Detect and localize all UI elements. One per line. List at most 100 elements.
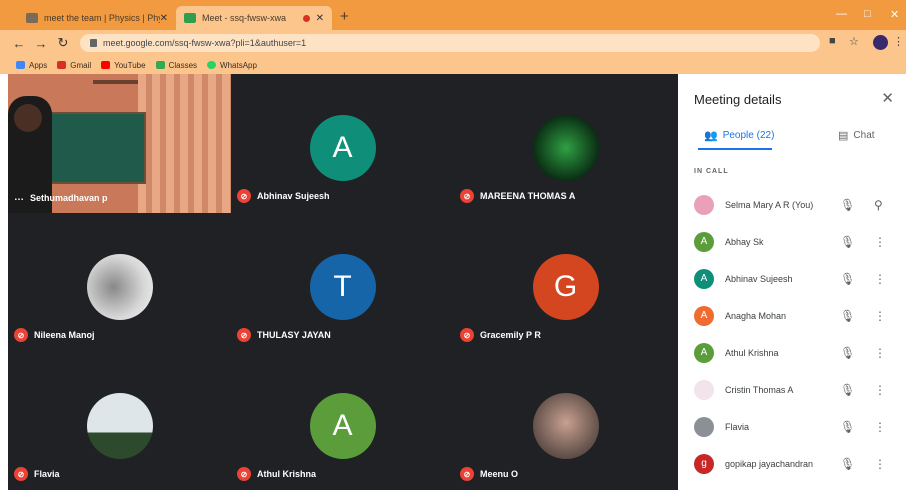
avatar: A: [309, 393, 376, 459]
participant-name: Gracemily P R: [480, 330, 541, 340]
close-panel-icon[interactable]: ✕: [881, 89, 894, 107]
browser-tab-strip: meet the team | Physics | Physic ✕ Meet …: [0, 0, 906, 30]
list-item[interactable]: A Abhinav Sujeesh 🎙 ⋮: [678, 260, 906, 297]
avatar: A: [694, 305, 714, 326]
participant-tile[interactable]: … Sethumadhavan p: [8, 74, 231, 213]
more-options-icon[interactable]: ⋮: [874, 346, 886, 360]
avatar-photo: [532, 115, 599, 181]
participant-tile[interactable]: G ⊘ Gracemily P R: [454, 213, 677, 352]
list-item[interactable]: g gopikap jayachandran 🎙 ⋮: [678, 445, 906, 482]
lock-icon: [90, 39, 97, 47]
panel-tabs: 👥 People (22) ▤ Chat: [678, 124, 906, 152]
section-label: IN CALL: [694, 168, 729, 175]
bookmark-gmail[interactable]: Gmail: [57, 61, 91, 70]
list-item[interactable]: A Athul Krishna 🎙 ⋮: [678, 334, 906, 371]
chat-icon: ▤: [838, 130, 849, 142]
panel-title: Meeting details: [694, 92, 782, 107]
participant-tile[interactable]: ⊘ MAREENA THOMAS A: [454, 74, 677, 213]
gmail-icon: [57, 61, 67, 69]
participant-name: Flavia: [725, 421, 750, 432]
recording-indicator-icon: [302, 14, 310, 22]
back-icon[interactable]: ←: [8, 36, 30, 51]
bookmark-whatsapp[interactable]: WhatsApp: [207, 61, 257, 70]
list-item[interactable]: A Anagha Mohan 🎙 ⋮: [678, 297, 906, 334]
list-item[interactable]: A Abhay Sk 🎙 ⋮: [678, 223, 906, 260]
participant-name: Nileena Manoj: [34, 330, 95, 340]
avatar-photo: [86, 393, 153, 459]
bookmark-youtube[interactable]: YouTube: [101, 61, 146, 70]
participant-name: Abhay Sk: [725, 236, 764, 247]
list-item[interactable]: Selma Mary A R (You) 🎙 ⚲: [678, 186, 906, 223]
mic-off-icon: 🎙: [840, 271, 856, 286]
tab-title: meet the team | Physics | Physic: [44, 13, 160, 23]
avatar: [694, 416, 714, 437]
participant-tile[interactable]: ⊘ Meenu O: [454, 352, 677, 490]
mic-off-icon: ⊘: [237, 189, 251, 203]
curtain: [138, 74, 231, 213]
browser-tab[interactable]: meet the team | Physics | Physic ✕: [18, 6, 176, 30]
avatar: A: [694, 268, 714, 289]
mic-off-icon: ⊘: [14, 328, 28, 342]
mic-off-icon: 🎙: [840, 419, 856, 434]
new-tab-button[interactable]: +: [340, 8, 349, 25]
participant-name: … Sethumadhavan p: [14, 192, 108, 203]
bookmarks-bar: Apps Gmail YouTube Classes WhatsApp: [0, 56, 906, 74]
more-options-icon[interactable]: ⋮: [874, 420, 886, 434]
participant-name: Athul Krishna: [725, 347, 779, 358]
browser-tab-active[interactable]: Meet - ssq-fwsw-xwa ✕: [176, 6, 332, 30]
mic-off-icon: 🎙: [840, 345, 856, 360]
tab-close-icon[interactable]: ✕: [316, 13, 324, 24]
more-options-icon[interactable]: ⋮: [874, 457, 886, 471]
participant-name: Flavia: [34, 469, 60, 479]
more-options-icon[interactable]: ⋮: [874, 272, 886, 286]
avatar-photo: [86, 254, 153, 320]
more-options-icon[interactable]: ⋮: [874, 309, 886, 323]
pin-icon[interactable]: ⚲: [874, 198, 883, 212]
bookmark-star-icon[interactable]: ☆: [849, 35, 859, 48]
people-icon: 👥: [704, 130, 718, 142]
reload-icon[interactable]: ↻: [52, 35, 74, 51]
participant-list: Selma Mary A R (You) 🎙 ⚲ A Abhay Sk 🎙 ⋮ …: [678, 186, 906, 482]
more-dots-icon: …: [14, 192, 24, 203]
tab-close-icon[interactable]: ✕: [160, 13, 168, 24]
participant-name: Selma Mary A R (You): [725, 199, 814, 210]
camera-icon[interactable]: ■: [829, 35, 836, 47]
bookmark-apps[interactable]: Apps: [16, 61, 47, 70]
participant-tile[interactable]: ⊘ Nileena Manoj: [8, 213, 231, 352]
participant-tile[interactable]: T ⊘ THULASY JAYAN: [231, 213, 454, 352]
more-options-icon[interactable]: ⋮: [874, 383, 886, 397]
mic-off-icon: ⊘: [460, 189, 474, 203]
participant-name: Athul Krishna: [257, 469, 317, 479]
more-options-icon[interactable]: ⋮: [874, 235, 886, 249]
active-tab-indicator: [698, 148, 772, 150]
maximize-icon[interactable]: □: [864, 8, 871, 20]
mic-off-icon: 🎙: [840, 382, 856, 397]
participant-name: MAREENA THOMAS A: [480, 191, 576, 201]
participant-tile[interactable]: A ⊘ Abhinav Sujeesh: [231, 74, 454, 213]
profile-avatar[interactable]: [873, 35, 888, 50]
avatar: T: [309, 254, 376, 320]
participant-grid: … Sethumadhavan p A ⊘ Abhinav Sujeesh ⊘ MA…: [8, 74, 678, 490]
meet-favicon-icon: [184, 13, 196, 23]
bookmark-classes[interactable]: Classes: [155, 61, 197, 70]
avatar: [694, 379, 714, 400]
menu-icon[interactable]: ⋮: [893, 35, 904, 48]
close-window-icon[interactable]: ✕: [890, 8, 899, 21]
tab-people[interactable]: 👥 People (22): [704, 129, 774, 142]
tab-chat[interactable]: ▤ Chat: [838, 129, 875, 142]
participant-name: THULASY JAYAN: [257, 330, 331, 340]
list-item[interactable]: Cristin Thomas A 🎙 ⋮: [678, 371, 906, 408]
list-item[interactable]: Flavia 🎙 ⋮: [678, 408, 906, 445]
mic-off-icon: ⊘: [460, 328, 474, 342]
address-bar[interactable]: meet.google.com/ssq-fwsw-xwa?pli=1&authu…: [80, 34, 820, 52]
mic-off-icon: ⊘: [237, 328, 251, 342]
mic-off-icon: ⊘: [237, 467, 251, 481]
participant-name: Abhinav Sujeesh: [725, 273, 793, 284]
forward-icon[interactable]: →: [30, 36, 52, 51]
participant-tile[interactable]: ⊘ Flavia: [8, 352, 231, 490]
classroom-icon: [155, 61, 165, 69]
participant-name: gopikap jayachandran: [725, 458, 814, 469]
minimize-icon[interactable]: —: [836, 8, 847, 20]
participant-tile[interactable]: A ⊘ Athul Krishna: [231, 352, 454, 490]
avatar: g: [694, 453, 714, 474]
